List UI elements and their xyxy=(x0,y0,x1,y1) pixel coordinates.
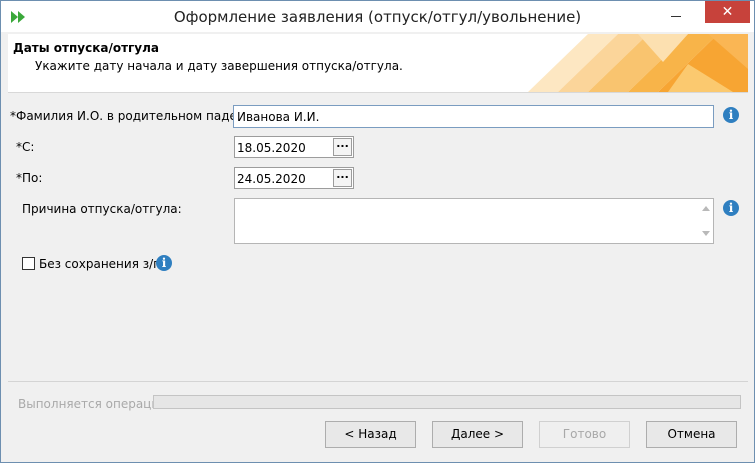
to-label: *По: xyxy=(16,171,43,185)
finish-button[interactable]: Готово xyxy=(539,421,630,448)
back-button[interactable]: < Назад xyxy=(325,421,416,448)
step-subtitle: Укажите дату начала и дату завершения от… xyxy=(35,59,403,73)
fio-label: *Фамилия И.О. в родительном падеже: xyxy=(10,109,260,123)
unpaid-label[interactable]: Без сохранения з/п xyxy=(39,257,161,271)
to-date-value: 24.05.2020 xyxy=(237,172,306,186)
minimize-button[interactable] xyxy=(663,5,689,25)
header-decoration xyxy=(528,34,748,92)
scroll-up-arrow-icon[interactable] xyxy=(702,206,710,211)
progress-bar xyxy=(153,395,741,409)
next-button[interactable]: Далее > xyxy=(432,421,523,448)
close-button[interactable]: ✕ xyxy=(705,1,750,23)
calendar-picker-icon[interactable]: ... xyxy=(333,138,352,156)
scroll-down-arrow-icon[interactable] xyxy=(702,231,710,236)
to-date-field[interactable]: 24.05.2020 ... xyxy=(234,167,354,189)
cancel-button[interactable]: Отмена xyxy=(646,421,737,448)
reason-textarea[interactable] xyxy=(234,198,714,244)
info-icon[interactable]: i xyxy=(723,200,739,216)
divider xyxy=(8,381,748,382)
from-date-value: 18.05.2020 xyxy=(237,141,306,155)
info-icon[interactable]: i xyxy=(156,255,172,271)
wizard-header: Даты отпуска/отгула Укажите дату начала … xyxy=(8,34,748,93)
title-bar[interactable]: Оформление заявления (отпуск/отгул/уволь… xyxy=(1,1,754,32)
dialog-window: Оформление заявления (отпуск/отгул/уволь… xyxy=(0,0,755,463)
window-title: Оформление заявления (отпуск/отгул/уволь… xyxy=(173,8,582,26)
unpaid-checkbox[interactable] xyxy=(22,257,35,270)
reason-label: Причина отпуска/отгула: xyxy=(22,202,182,216)
from-date-field[interactable]: 18.05.2020 ... xyxy=(234,136,354,158)
step-title: Даты отпуска/отгула xyxy=(13,41,159,55)
close-icon: ✕ xyxy=(721,4,734,20)
from-label: *С: xyxy=(16,140,35,154)
info-icon[interactable]: i xyxy=(723,107,739,123)
fio-input[interactable] xyxy=(233,105,714,128)
calendar-picker-icon[interactable]: ... xyxy=(333,169,352,187)
status-label: Выполняется операция xyxy=(18,397,167,411)
